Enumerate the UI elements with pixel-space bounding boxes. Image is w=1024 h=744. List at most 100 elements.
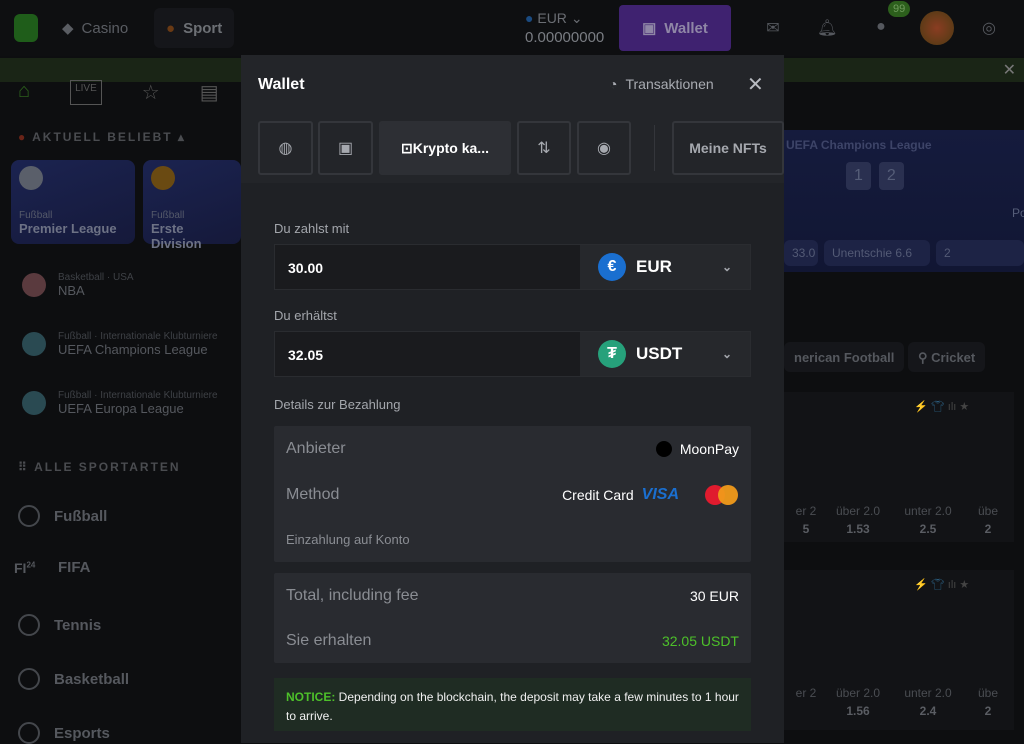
top-bar: ◆ Casino ● Sport ● EUR ⌄ 0.00000000 ▣ Wallet… — [0, 0, 1024, 56]
card-icon: ⊡ — [401, 139, 413, 156]
market-odd[interactable]: über 2.0 1.56 — [828, 686, 888, 718]
usa-flag-icon — [22, 273, 46, 297]
home-icon[interactable]: ⌂ — [18, 80, 30, 105]
nav-casino[interactable]: ◆ Casino — [50, 8, 140, 48]
deposit-row: Einzahlung auf Konto — [286, 532, 410, 547]
notice-banner: NOTICE: Depending on the blockchain, the… — [274, 678, 751, 731]
basketball-icon — [18, 668, 40, 690]
method-row: Method Credit Card VISA — [286, 485, 739, 505]
market-odd[interactable]: unter 2.0 2.5 — [888, 504, 968, 536]
odd-button[interactable]: Unentschie 6.6 — [824, 240, 930, 266]
receive-currency-select[interactable]: ₮ USDT ⌄ — [580, 332, 750, 376]
spain-flag-icon — [151, 166, 175, 190]
totals-panel: Total, including fee 30 EUR Sie erhalten 3… — [274, 573, 751, 663]
market-odd[interactable]: übe 2 — [968, 504, 1008, 536]
moonpay-logo-icon — [655, 441, 672, 457]
sport-chip-cricket[interactable]: ⚲ Cricket — [908, 342, 986, 372]
headset-icon — [18, 722, 40, 744]
globe-icon[interactable]: ◎ — [979, 18, 999, 38]
bell-icon[interactable]: 🔔︎ — [817, 18, 837, 38]
cashier-icon: ▣ — [337, 140, 354, 157]
transactions-link[interactable]: ◔ Transaktionen — [609, 76, 714, 92]
coin-icon: ◉ — [597, 140, 611, 157]
globe-icon — [22, 332, 46, 356]
market-odd[interactable]: über 2.0 1.53 — [828, 504, 888, 536]
all-sports-title: ⠿ ALLE SPORTARTEN — [18, 460, 181, 474]
sport-fussball[interactable]: Fußball — [18, 505, 107, 527]
basketball-icon: ● — [166, 19, 176, 37]
wallet-icon: ▣ — [642, 20, 657, 37]
divider — [654, 125, 655, 171]
popular-card[interactable]: Fußball Erste Division — [143, 160, 241, 251]
close-icon[interactable]: ✕ — [1003, 60, 1016, 80]
sport-tennis[interactable]: Tennis — [18, 614, 101, 636]
receive-label: Du erhältst — [274, 308, 337, 323]
receive-amount-input[interactable]: 32.05 — [275, 332, 580, 376]
tab-buy-crypto[interactable]: ⊡ Krypto ka... — [379, 121, 511, 175]
receive-field: 32.05 ₮ USDT ⌄ — [274, 331, 751, 377]
league-item[interactable]: Fußball · Internationale Klubturniere UEF… — [22, 390, 242, 416]
chat-icon[interactable]: ● — [871, 18, 891, 38]
chevron-down-icon: ⌄ — [721, 260, 732, 274]
market-odd[interactable]: er 25 — [784, 504, 828, 536]
tab-nfts[interactable]: Meine NFTs — [672, 121, 784, 175]
balance-selector[interactable]: ● EUR ⌄ 0.00000000 — [525, 10, 604, 46]
modal-title: Wallet — [258, 76, 305, 93]
wallet-button[interactable]: ▣ Wallet — [619, 5, 731, 51]
balance-value: 0.00000000 — [525, 29, 605, 46]
market-odd[interactable]: unter 2.0 2.4 — [888, 686, 968, 718]
provider-row: Anbieter MoonPay — [286, 440, 739, 457]
chat-badge: 99 — [888, 1, 911, 17]
close-button[interactable]: ✕ — [747, 72, 764, 97]
england-flag-icon — [19, 166, 43, 190]
odd-button[interactable]: 2 — [936, 240, 1024, 266]
tab-swap[interactable]: ⇅ — [517, 121, 571, 175]
market-row: er 2 über 2.0 1.56 unter 2.0 2.4 übe 2 — [784, 686, 1008, 718]
chevron-down-icon: ⌄ — [721, 347, 732, 361]
popular-title: ● AKTUELL BELIEBT ▴ — [18, 130, 186, 144]
live-icon[interactable]: LIVE — [70, 80, 102, 105]
market-odd[interactable]: übe 2 — [968, 686, 1008, 718]
chevron-down-icon: ⌄ — [570, 10, 583, 26]
diamond-icon: ◆ — [62, 20, 74, 37]
tab-deposit[interactable]: ◍ — [258, 121, 313, 175]
popular-card[interactable]: Fußball Premier League — [11, 160, 135, 244]
sport-esports[interactable]: Esports — [18, 722, 110, 744]
sport-chip[interactable]: nerican Football — [784, 342, 905, 372]
match-card: ⚡ 👕︎ ılı ★ er 2 über 2.0 1.56 unter 2.0 2.… — [784, 570, 1014, 730]
pay-currency-select[interactable]: € EUR ⌄ — [580, 245, 750, 289]
swap-icon: ⇅ — [537, 140, 551, 157]
sport-fifa[interactable]: FI24 FIFA — [14, 559, 91, 576]
pay-amount-input[interactable]: 30.00 — [275, 245, 580, 289]
tennis-racket-icon — [18, 614, 40, 636]
betslip-icon[interactable]: ▤ — [200, 80, 219, 105]
nav-sport[interactable]: ● Sport — [154, 8, 235, 48]
tether-icon: ₮ — [598, 340, 626, 368]
visa-logo: VISA — [641, 486, 679, 503]
piggy-bank-icon: ◍ — [278, 140, 293, 157]
avatar[interactable] — [920, 11, 954, 45]
mail-icon[interactable]: ✉ — [763, 18, 783, 38]
sport-basketball[interactable]: Basketball — [18, 668, 129, 690]
score: 1 — [846, 162, 871, 190]
market-odd[interactable]: er 2 — [784, 686, 828, 718]
wallet-modal: Wallet ◔ Transaktionen ✕ ◍ ▣ ⊡ Krypto ka..… — [241, 55, 784, 743]
odd-button[interactable]: 33.0 — [784, 240, 818, 266]
logo[interactable] — [14, 14, 38, 42]
market-row: er 25 über 2.0 1.53 unter 2.0 2.5 übe 2 — [784, 504, 1008, 536]
pay-label: Du zahlst mit — [274, 221, 350, 236]
sidebar-quick-icons: ⌂ LIVE ☆ ▤ — [18, 80, 219, 105]
tab-coin[interactable]: ◉ — [577, 121, 631, 175]
details-label: Details zur Bezahlung — [274, 397, 401, 412]
total-row: Total, including fee 30 EUR — [286, 587, 739, 604]
league-item[interactable]: Fußball · Internationale Klubturniere UEF… — [22, 331, 242, 357]
league-item[interactable]: Basketball · USA NBA — [22, 272, 242, 298]
star-icon[interactable]: ☆ — [142, 80, 160, 105]
tab-cashier[interactable]: ▣ — [318, 121, 373, 175]
match-icons: ⚡ 👕︎ ılı ★ — [914, 579, 970, 591]
match-icons: ⚡ 👕︎ ılı ★ — [914, 401, 970, 413]
match-card: ⚡ 👕︎ ılı ★ er 25 über 2.0 1.53 unter 2.0 2… — [784, 392, 1014, 542]
fire-icon: ● — [18, 130, 28, 144]
payment-details-panel: Anbieter MoonPay Method Credit Card VISA Ei… — [274, 426, 751, 562]
pay-field: 30.00 € EUR ⌄ — [274, 244, 751, 290]
